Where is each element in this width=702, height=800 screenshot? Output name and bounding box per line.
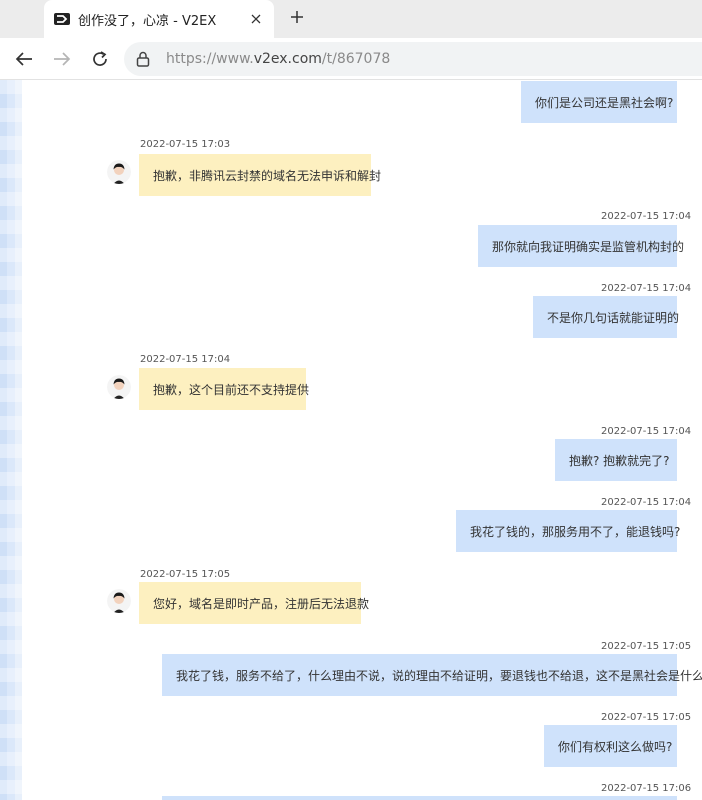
message-timestamp: 2022-07-15 17:05 xyxy=(601,712,692,723)
user-message-bubble: 那你就向我证明确实是监管机构封的 xyxy=(478,225,684,267)
service-avatar xyxy=(107,589,131,613)
service-avatar xyxy=(107,160,131,184)
browser-tab[interactable]: 创作没了，心凉 - V2EX xyxy=(44,0,274,38)
v2ex-favicon-icon xyxy=(54,12,70,26)
user-message-bubble xyxy=(162,796,677,800)
message-timestamp: 2022-07-15 17:05 xyxy=(140,569,231,580)
back-arrow-icon[interactable] xyxy=(13,48,35,70)
user-message-bubble: 我花了钱，服务不给了，什么理由不说，说的理由不给证明，要退钱也不给退，这不是黑社… xyxy=(162,654,702,696)
address-bar[interactable]: https://www.v2ex.com/t/867078 xyxy=(124,42,702,76)
message-timestamp: 2022-07-15 17:06 xyxy=(601,783,692,794)
user-message-bubble: 你们是公司还是黑社会啊? xyxy=(521,81,677,123)
message-timestamp: 2022-07-15 17:04 xyxy=(140,354,231,365)
message-timestamp: 2022-07-15 17:04 xyxy=(601,426,692,437)
user-message-bubble: 不是你几句话就能证明的 xyxy=(533,296,679,338)
navigation-bar: https://www.v2ex.com/t/867078 xyxy=(0,38,702,80)
url-text: https://www.v2ex.com/t/867078 xyxy=(166,51,391,67)
new-tab-icon[interactable] xyxy=(286,6,308,28)
user-message-bubble: 你们有权利这么做吗? xyxy=(544,725,677,767)
message-timestamp: 2022-07-15 17:04 xyxy=(601,211,692,222)
message-timestamp: 2022-07-15 17:04 xyxy=(601,283,692,294)
service-avatar xyxy=(107,375,131,399)
service-message-bubble: 抱歉，这个目前还不支持提供 xyxy=(139,368,309,410)
message-timestamp: 2022-07-15 17:03 xyxy=(140,139,231,150)
user-message-bubble: 抱歉? 抱歉就完了? xyxy=(555,439,677,481)
tab-bar: 创作没了，心凉 - V2EX xyxy=(0,0,702,38)
page-content: 你们是公司还是黑社会啊? 2022-07-15 17:03 抱歉，非腾讯云封禁的… xyxy=(0,80,702,800)
message-timestamp: 2022-07-15 17:04 xyxy=(601,497,692,508)
reload-icon[interactable] xyxy=(89,48,111,70)
lock-icon[interactable] xyxy=(134,50,152,68)
close-tab-icon[interactable] xyxy=(248,11,264,27)
tab-title: 创作没了，心凉 - V2EX xyxy=(78,13,217,29)
message-timestamp: 2022-07-15 17:05 xyxy=(601,641,692,652)
left-decorative-stripe xyxy=(0,80,22,800)
service-message-bubble: 您好，域名是即时产品，注册后无法退款 xyxy=(139,582,369,624)
service-message-bubble: 抱歉，非腾讯云封禁的域名无法申诉和解封 xyxy=(139,154,381,196)
user-message-bubble: 我花了钱的，那服务用不了，能退钱吗? xyxy=(456,510,680,552)
forward-arrow-icon[interactable] xyxy=(51,48,73,70)
